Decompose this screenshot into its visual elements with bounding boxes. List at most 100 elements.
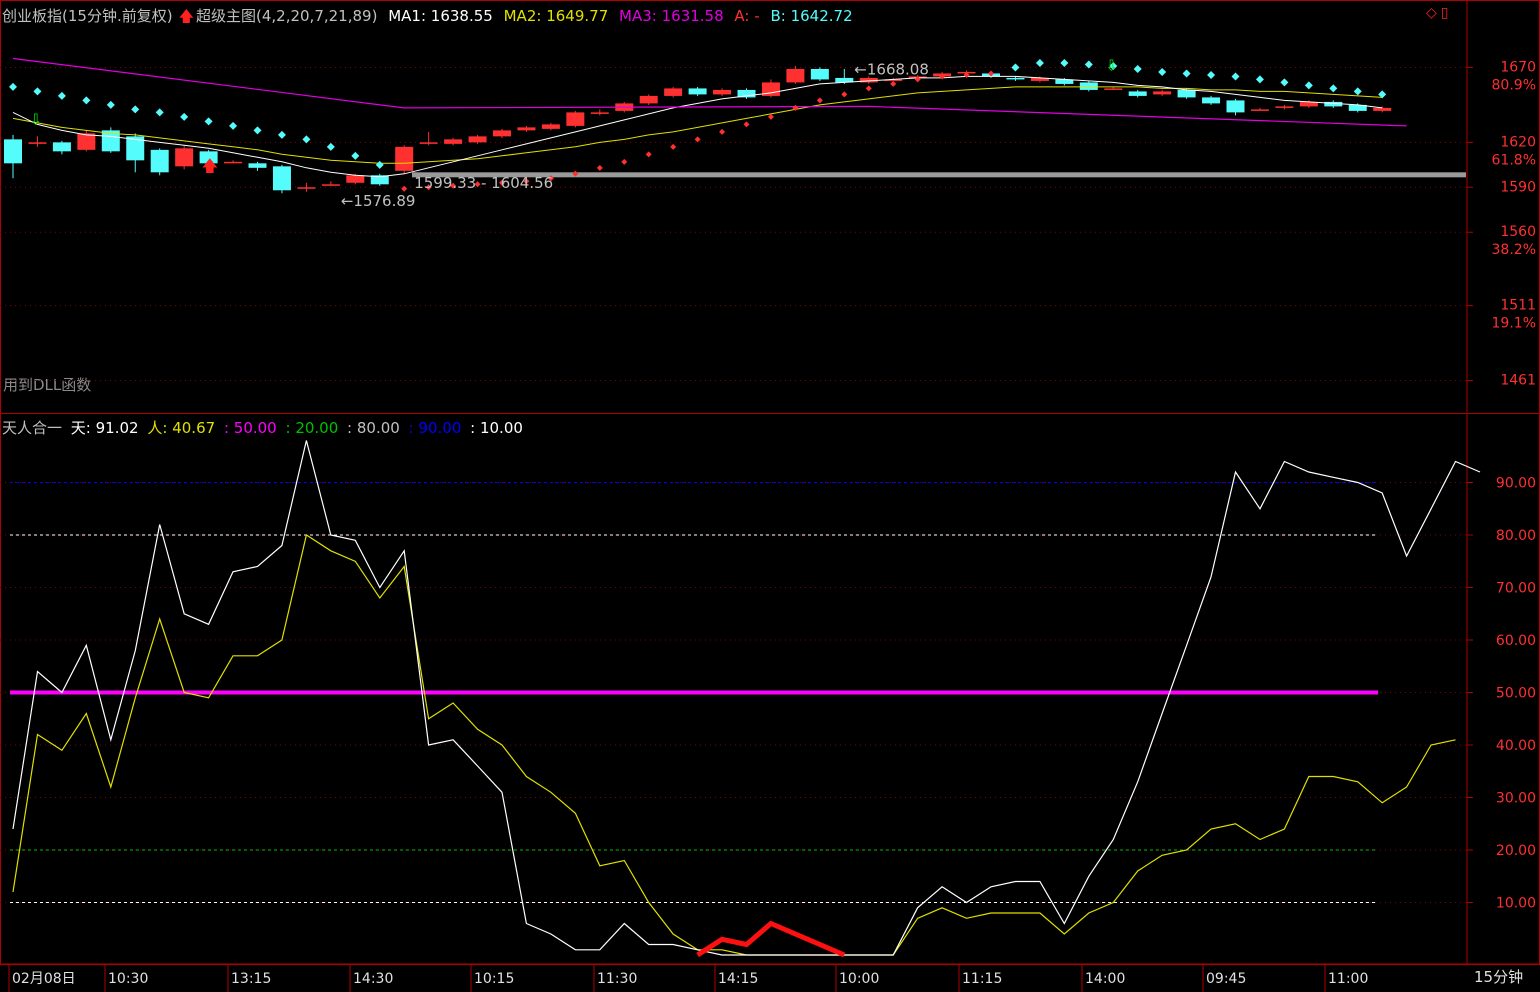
sar-dot [1329,84,1338,93]
indicator-y-tick-label: 90.00 [1496,476,1536,492]
candle-body [4,139,22,164]
candle-body [224,161,243,164]
price-annotation: ←1576.89 [341,192,416,210]
indicator-y-tick-label: 10.00 [1496,896,1536,912]
sar-dot [302,135,311,144]
main-y-tick-label: 1560 [1500,224,1536,240]
price-annotation: 1599.33 - 1604.56 [414,174,553,192]
sar-dot [229,121,238,130]
candle-body [272,166,291,191]
candle-body [810,68,829,80]
x-tick-label: 11:15 [962,971,1002,987]
x-tick-label: 14:30 [353,971,393,987]
candle-body [1202,97,1221,104]
sar-dot [1255,75,1264,84]
x-tick-label: 11:00 [1328,971,1368,987]
sar-dot [1304,81,1313,90]
sar-dot [621,158,628,165]
indicator-y-tick-label: 30.00 [1496,791,1536,807]
candle-body [1128,91,1147,96]
buy-arrow-icon: ⇩ [1105,56,1118,74]
sar-dot [1231,72,1240,81]
indicator-y-tick-label: 70.00 [1496,581,1536,597]
sar-dot [1158,67,1167,76]
buy-arrow-icon: ⇩ [29,110,42,128]
ma3-line [12,57,1407,127]
main-pct-label: 80.9% [1492,77,1536,93]
sar-dot [865,85,872,92]
candle-body [713,89,732,95]
x-tick-label: 09:45 [1206,971,1246,987]
x-tick-label: 13:15 [231,971,271,987]
candle-body [1226,100,1245,113]
indicator-y-tick-label: 50.00 [1496,686,1536,702]
sar-dot [1353,87,1362,96]
price-annotation: ←1668.08 [854,60,929,78]
sar-dot [253,126,262,135]
sar-dot [890,80,897,87]
main-y-tick-label: 1590 [1500,179,1536,195]
sar-dot [1207,70,1216,79]
sar-dot [694,136,701,143]
candle-body [28,142,47,144]
sar-dot [204,117,213,126]
up-arrow-icon: 🡅 [202,156,218,175]
indicator-y-tick-label: 20.00 [1496,843,1536,859]
main-y-tick-label: 1511 [1500,298,1536,314]
x-tick-label: 10:30 [108,971,148,987]
x-tick-label: 10:15 [474,971,514,987]
sar-dot [9,82,17,91]
sar-dot [1280,78,1289,87]
sar-dot [326,142,335,151]
x-tick-label: 02月08日 [12,971,76,987]
ma2-line [12,86,1383,164]
candle-body [590,112,609,114]
sar-dot [743,121,750,128]
indicator-y-tick-label: 80.00 [1496,528,1536,544]
x-tick-label: 14:15 [718,971,758,987]
candle-body [639,95,658,104]
candle-body [786,68,805,83]
main-y-tick-label: 1461 [1500,373,1536,389]
candle-body [419,142,438,144]
x-tick-label: 11:30 [597,971,637,987]
main-y-tick-label: 1670 [1500,59,1536,75]
candle-body [566,112,585,126]
main-pct-label: 19.1% [1492,316,1536,332]
candle-body [175,148,194,167]
sar-dot [596,164,603,171]
candle-body [1250,109,1269,111]
sar-dot [670,143,677,150]
sar-dot [816,97,823,104]
sar-dot [180,112,189,121]
sar-dot [1060,58,1069,67]
candle-body [77,133,96,150]
sar-dot [106,100,115,109]
sar-dot [33,87,42,96]
main-pct-label: 38.2% [1492,242,1536,258]
candle-body [1373,107,1392,111]
sar-dot [131,105,140,114]
main-pct-label: 61.8% [1492,152,1536,168]
candle-body [468,136,487,143]
candle-body [1153,91,1172,95]
candle-body [444,139,463,144]
sar-dot [1035,58,1044,67]
candle-body [150,149,169,173]
candle-body [1104,88,1123,90]
chart-canvas: 1670 80.9% 1620 61.8% 1590 1560 38.2% 1511 19.1%… [0,0,1540,992]
candle-body [664,88,683,96]
sar-dot [841,91,848,98]
sar-dot [645,151,652,158]
support-band [412,172,1466,178]
tian-line [12,440,1481,956]
candle-body [1079,82,1098,90]
sar-dot [57,91,66,100]
candle-body [1006,77,1025,80]
candle-body [493,130,511,137]
candle-body [52,142,71,152]
indicator-y-tick-label: 40.00 [1496,738,1536,754]
sar-dot [82,96,91,105]
sar-dot [1011,63,1020,72]
candle-body [1177,89,1196,98]
